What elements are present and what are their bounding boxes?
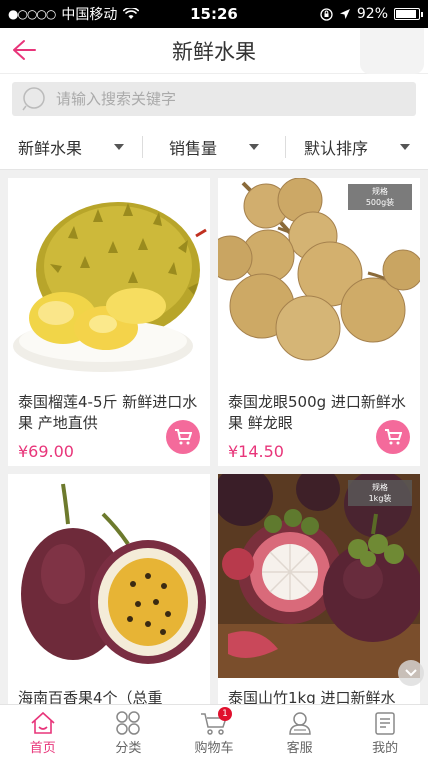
caret-down-icon <box>249 143 259 150</box>
tab-profile-label: 我的 <box>372 741 399 756</box>
filter-bar: 新鲜水果 销售量 默认排序 <box>0 124 428 170</box>
service-icon <box>288 712 311 735</box>
cart-icon <box>385 429 402 445</box>
tab-category-label: 分类 <box>115 741 142 756</box>
carrier-label: 中国移动 <box>61 7 118 23</box>
battery-percent: 92% <box>356 6 388 22</box>
filter-category[interactable]: 新鲜水果 <box>0 135 143 158</box>
search-icon <box>22 87 45 111</box>
tab-cart[interactable]: 1 购物车 <box>171 705 257 762</box>
search-input[interactable] <box>56 90 376 108</box>
product-card[interactable]: 规格 500g装 泰国龙眼500g 进口新鲜水果 鲜龙眼 ¥14.50 <box>218 178 420 466</box>
product-card[interactable]: 泰国榴莲4-5斤 新鲜进口水果 产地直供 ¥69.00 <box>8 178 210 466</box>
tab-home-label: 首页 <box>29 741 56 756</box>
product-card[interactable]: 规格 1kg装 泰国山竹1kg 进口新鲜水 <box>218 474 420 706</box>
status-right: 92% <box>270 6 423 22</box>
status-time: 15:26 <box>190 5 238 23</box>
spec-label: 规格 <box>372 187 388 196</box>
tab-service[interactable]: 客服 <box>257 705 343 762</box>
product-image[interactable]: 规格 500g装 <box>218 178 420 382</box>
add-to-cart-button[interactable] <box>166 420 200 454</box>
product-name[interactable]: 泰国山竹1kg 进口新鲜水 <box>218 678 420 706</box>
signal-indicator: ●○○○○ <box>8 7 56 21</box>
bottom-tab-bar: 首页 分类 1 购物车 客服 我的 <box>0 704 428 762</box>
home-icon <box>31 711 55 734</box>
back-arrow-icon[interactable] <box>10 36 38 64</box>
chevron-down-icon <box>405 669 417 677</box>
tab-category[interactable]: 分类 <box>86 705 172 762</box>
location-icon <box>339 9 350 19</box>
add-to-cart-button[interactable] <box>376 420 410 454</box>
profile-icon <box>375 712 395 735</box>
search-bar <box>0 74 428 124</box>
caret-down-icon <box>400 143 410 150</box>
caret-down-icon <box>114 143 124 150</box>
category-icon <box>116 711 141 735</box>
product-card[interactable]: 海南百香果4个（总重 <box>8 474 210 706</box>
status-bar: ●○○○○ 中国移动 15:26 92% <box>0 0 428 28</box>
product-image[interactable] <box>8 474 210 678</box>
product-image[interactable] <box>8 178 210 382</box>
durian-image <box>8 178 210 382</box>
orientation-lock-icon <box>320 7 333 21</box>
header-action-area[interactable] <box>360 28 424 74</box>
filter-sales-label: 销售量 <box>168 138 217 158</box>
battery-icon <box>394 8 423 20</box>
wifi-icon <box>123 8 140 19</box>
search-box[interactable] <box>12 82 416 116</box>
filter-sales[interactable]: 销售量 <box>143 135 286 158</box>
battery-fill <box>396 10 417 18</box>
spec-badge: 规格 500g装 <box>348 184 412 210</box>
spec-badge: 规格 1kg装 <box>348 480 412 506</box>
spec-value: 500g装 <box>365 198 395 207</box>
cart-count-badge: 1 <box>217 707 232 721</box>
nav-header: 新鲜水果 <box>0 28 428 74</box>
spec-label: 规格 <box>372 483 388 492</box>
filter-sort[interactable]: 默认排序 <box>286 136 428 158</box>
page-title: 新鲜水果 <box>172 39 256 64</box>
status-left: ●○○○○ 中国移动 <box>8 4 158 24</box>
product-name[interactable]: 海南百香果4个（总重 <box>8 678 210 706</box>
filter-sort-label: 默认排序 <box>303 138 368 158</box>
tab-home[interactable]: 首页 <box>0 705 86 762</box>
tab-profile[interactable]: 我的 <box>342 705 428 762</box>
tab-cart-label: 购物车 <box>194 741 234 756</box>
passion-fruit-image <box>8 474 210 678</box>
filter-category-label: 新鲜水果 <box>17 138 82 158</box>
scroll-top-button[interactable] <box>398 660 424 686</box>
spec-value: 1kg装 <box>368 494 392 503</box>
product-image[interactable]: 规格 1kg装 <box>218 474 420 678</box>
tab-service-label: 客服 <box>286 741 313 756</box>
cart-icon <box>175 429 192 445</box>
